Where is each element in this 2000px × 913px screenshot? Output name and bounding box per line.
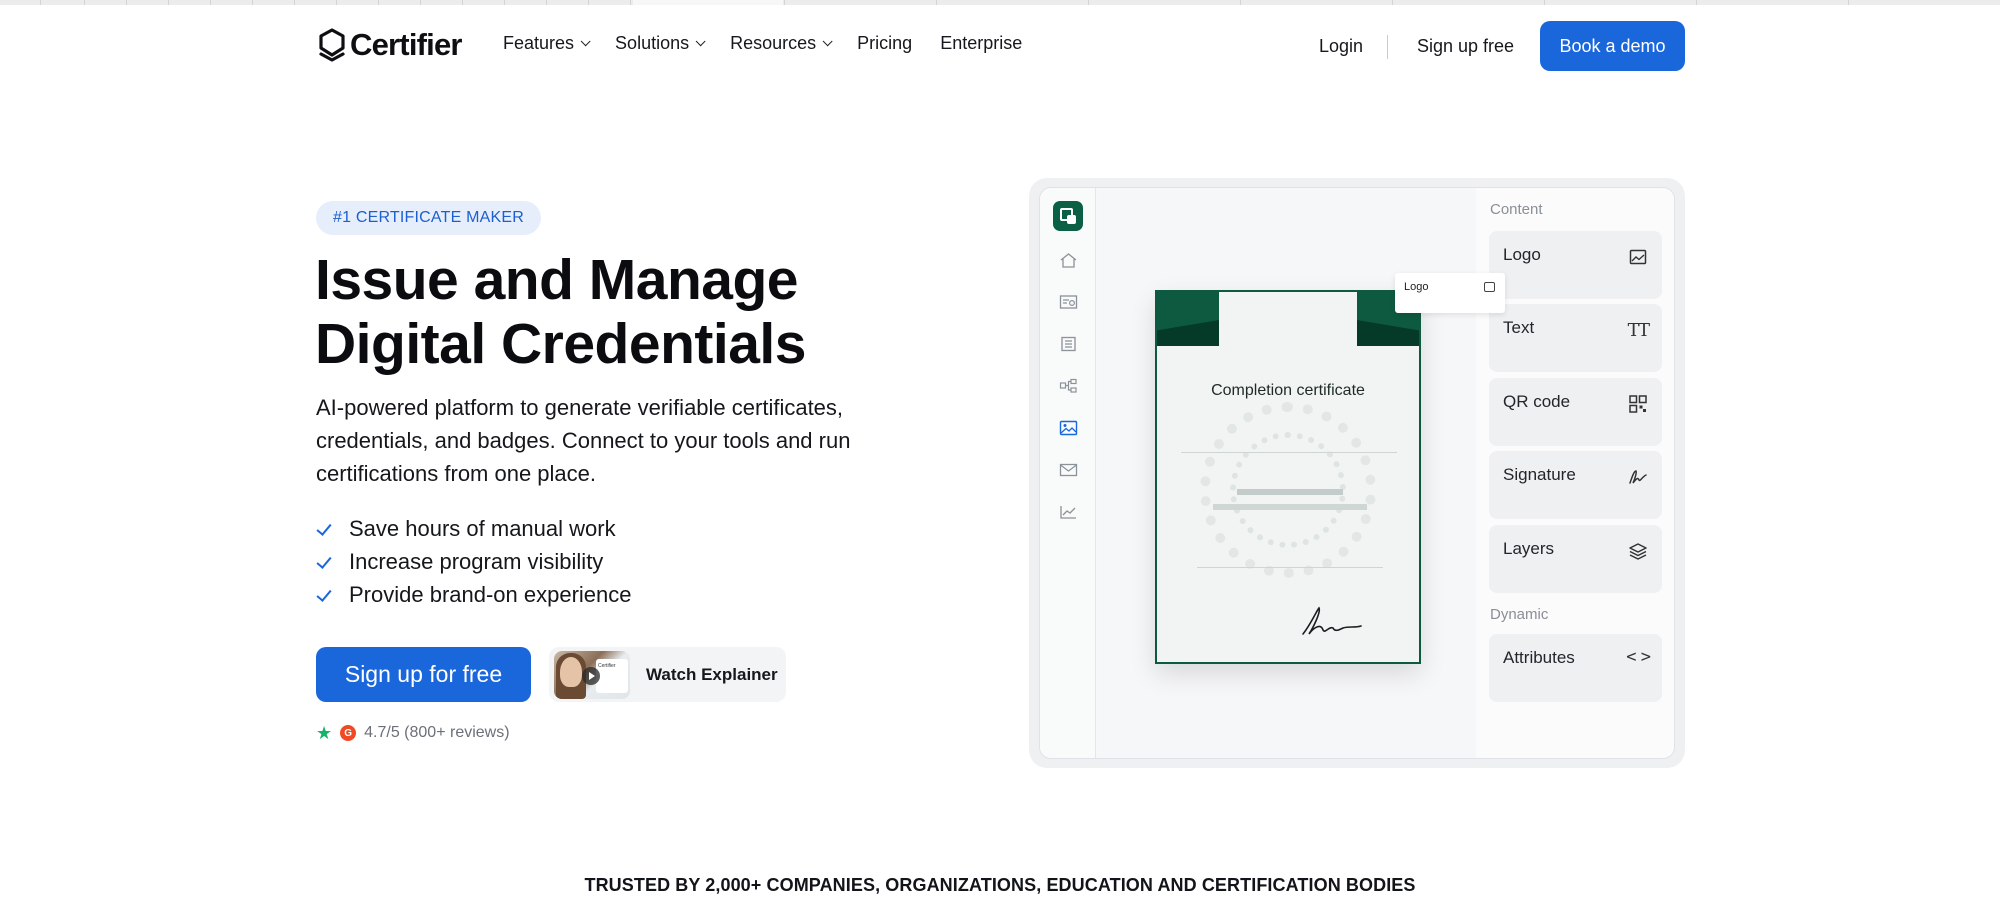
g2-logo-icon: G	[340, 725, 357, 741]
nav-enterprise[interactable]: Enterprise	[940, 33, 1022, 54]
qr-code-icon	[1629, 395, 1647, 413]
certificate-editor-mockup: Completion certificate Content Logo Text…	[1039, 187, 1675, 759]
login-link[interactable]: Login	[1319, 36, 1363, 57]
checkmark-icon	[316, 588, 334, 602]
nav-resources[interactable]: Resources	[730, 33, 833, 54]
nav-enterprise-label: Enterprise	[940, 33, 1023, 53]
element-text[interactable]: Text TT	[1489, 304, 1662, 372]
image-icon	[1484, 282, 1495, 292]
element-attributes[interactable]: Attributes < >	[1489, 634, 1662, 702]
certificate-icon[interactable]	[1059, 294, 1078, 310]
watch-explainer-label: Watch Explainer	[646, 664, 778, 684]
certificate-rule	[1197, 567, 1383, 568]
watch-explainer-button[interactable]: Certifier Watch Explainer	[549, 647, 786, 702]
benefit-text: Increase program visibility	[349, 549, 604, 574]
element-layers[interactable]: Layers	[1489, 525, 1662, 593]
chevron-down-icon	[822, 36, 833, 47]
certificate-name-placeholder	[1237, 489, 1343, 495]
benefit-list: Save hours of manual work Increase progr…	[316, 512, 632, 611]
nav-solutions-label: Solutions	[615, 33, 690, 53]
rating-text: 4.7/5 (800+ reviews)	[364, 724, 510, 741]
chevron-down-icon	[695, 36, 706, 47]
layers-icon	[1629, 543, 1647, 560]
certificate-rule	[1181, 452, 1397, 453]
hero-subtitle: AI-powered platform to generate verifiab…	[316, 395, 851, 486]
certifier-logo-icon	[319, 28, 345, 62]
benefit-text: Save hours of manual work	[349, 516, 616, 541]
analytics-icon[interactable]	[1059, 504, 1078, 520]
main-menu: Features Solutions Resources Pricing Ent…	[503, 33, 1050, 54]
video-thumbnail: Certifier	[554, 650, 630, 699]
nav-pricing[interactable]: Pricing	[857, 33, 912, 54]
certificate-preview[interactable]: Completion certificate	[1155, 290, 1421, 664]
home-icon[interactable]	[1059, 252, 1078, 268]
element-attributes-label: Attributes	[1503, 648, 1575, 667]
thumbnail-screen: Certifier	[596, 658, 628, 693]
benefit-item: Save hours of manual work	[316, 512, 632, 545]
trusted-by-heading: TRUSTED BY 2,000+ COMPANIES, ORGANIZATIO…	[584, 875, 1416, 895]
editor-sidebar	[1040, 188, 1096, 758]
signup-for-free-button[interactable]: Sign up for free	[316, 647, 531, 702]
presenter-face	[560, 656, 582, 687]
nav-resources-label: Resources	[730, 33, 817, 53]
dynamic-section-title: Dynamic	[1490, 606, 1549, 623]
hero-title-line-1: Issue and Manage	[315, 248, 799, 312]
element-layers-label: Layers	[1503, 539, 1555, 558]
workflow-icon[interactable]	[1059, 378, 1078, 394]
element-logo-label: Logo	[1503, 245, 1541, 264]
signup-link[interactable]: Sign up free	[1417, 36, 1514, 57]
code-brackets-icon: < >	[1626, 647, 1651, 667]
hero-title-line-2: Digital Credentials	[315, 312, 806, 376]
benefit-text: Provide brand-on experience	[349, 582, 632, 607]
hero-title: Issue and Manage Digital Credentials	[315, 248, 935, 376]
reviews-rating: ★ G 4.7/5 (800+ reviews)	[316, 724, 510, 742]
element-qr-code[interactable]: QR code	[1489, 378, 1662, 446]
star-icon: ★	[316, 723, 333, 743]
benefit-item: Provide brand-on experience	[316, 578, 632, 611]
mail-icon[interactable]	[1059, 462, 1078, 478]
floating-logo-element[interactable]: Logo	[1395, 273, 1505, 313]
signature-mark	[1302, 606, 1362, 635]
book-demo-button[interactable]: Book a demo	[1540, 21, 1685, 71]
certificate-title: Completion certificate	[1211, 382, 1365, 399]
element-qr-label: QR code	[1503, 392, 1571, 411]
nav-features-label: Features	[503, 33, 575, 53]
text-size-icon: TT	[1627, 320, 1650, 341]
image-icon	[1629, 249, 1647, 265]
chevron-down-icon	[580, 36, 591, 47]
app-logo-icon	[1053, 201, 1083, 231]
play-icon	[582, 666, 600, 685]
floating-logo-label: Logo	[1404, 281, 1429, 293]
nav-divider	[1387, 35, 1388, 59]
checkmark-icon	[316, 522, 334, 536]
element-logo[interactable]: Logo	[1489, 231, 1662, 299]
signature-icon	[1629, 470, 1647, 484]
checkmark-icon	[316, 555, 334, 569]
element-signature-label: Signature	[1503, 465, 1576, 484]
benefit-item: Increase program visibility	[316, 545, 632, 578]
brand-logo[interactable]: Certifier	[318, 25, 462, 65]
element-panel: Content Logo Text TT QR code Signature L…	[1476, 188, 1674, 758]
element-text-label: Text	[1503, 318, 1535, 337]
document-list-icon[interactable]	[1059, 336, 1078, 352]
content-section-title: Content	[1490, 201, 1543, 218]
nav-features[interactable]: Features	[503, 33, 591, 54]
image-icon[interactable]	[1059, 420, 1078, 436]
top-navigation: Certifier Features Solutions Resources P…	[0, 5, 2000, 85]
nav-pricing-label: Pricing	[857, 33, 913, 53]
nav-solutions[interactable]: Solutions	[615, 33, 706, 54]
element-signature[interactable]: Signature	[1489, 451, 1662, 519]
certificate-text-placeholder	[1213, 504, 1367, 510]
brand-name: Certifier	[350, 27, 462, 62]
thumbnail-caption: Certifier	[598, 662, 616, 669]
certificate-maker-badge: #1 CERTIFICATE MAKER	[316, 201, 541, 235]
